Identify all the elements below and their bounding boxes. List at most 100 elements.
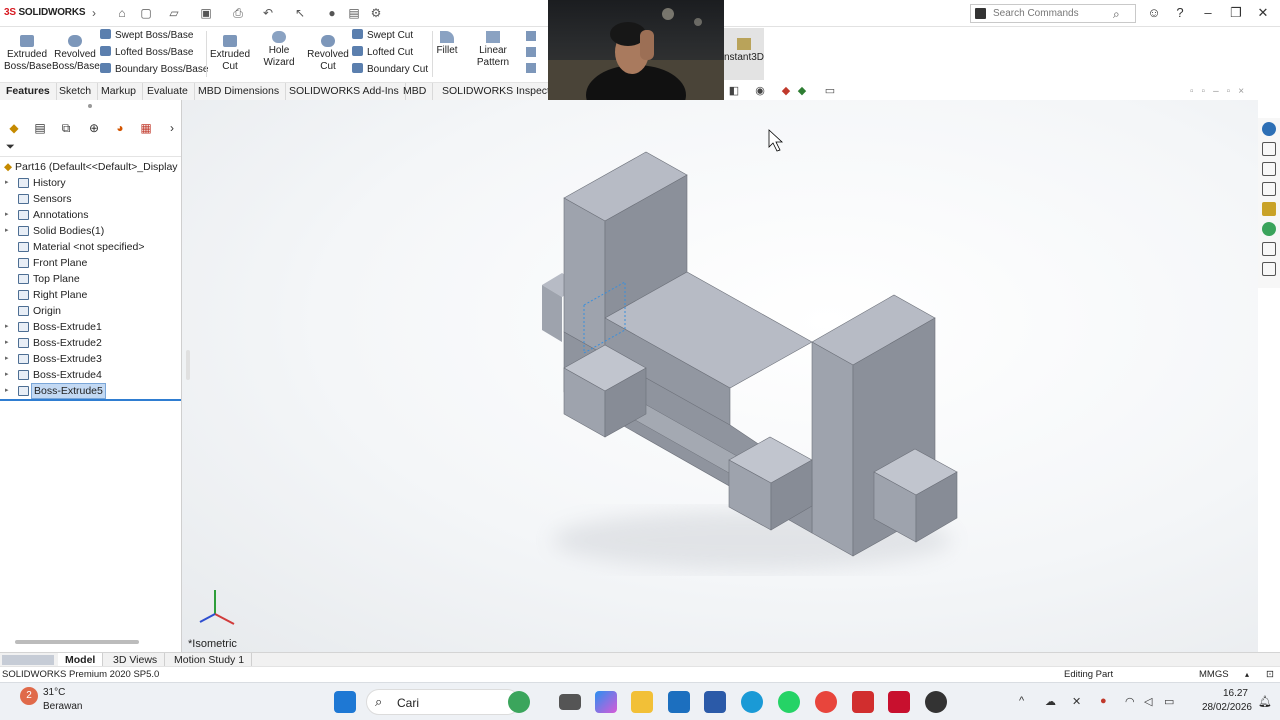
tab-model[interactable]: Model xyxy=(58,653,104,667)
taskbar-search[interactable]: ⌕ Cari xyxy=(366,689,520,715)
tree-item[interactable]: Sensors xyxy=(0,191,181,207)
scene-icon[interactable]: ◆ xyxy=(795,84,809,98)
wifi-icon[interactable]: ◠ xyxy=(1125,695,1135,708)
tree-item[interactable]: Material <not specified> xyxy=(0,239,181,255)
search-commands-box[interactable]: Search Commands ⌕ xyxy=(970,4,1136,23)
home-icon[interactable]: ⌂ xyxy=(114,5,130,21)
tree-item[interactable]: ▸ Boss-Extrude3 xyxy=(0,351,181,367)
tab-mbd[interactable]: MBD xyxy=(397,83,434,101)
close-icon[interactable]: ✕ xyxy=(1253,4,1273,22)
solidworks-taskbar-icon[interactable] xyxy=(888,691,910,713)
expand-arrow-icon[interactable]: ▸ xyxy=(5,383,9,399)
tab-evaluate[interactable]: Evaluate xyxy=(141,83,195,101)
tab-markup[interactable]: Markup xyxy=(95,83,144,101)
shell-icon[interactable] xyxy=(526,63,536,73)
tree-item[interactable]: ▸ Boss-Extrude5 xyxy=(0,383,181,399)
expand-arrow-icon[interactable]: ▸ xyxy=(5,351,9,367)
search-highlight-icon[interactable] xyxy=(508,691,530,713)
hole-wizard-button[interactable]: Hole Wizard xyxy=(254,31,304,69)
notification-icon[interactable]: 🔔︎ xyxy=(1258,695,1272,708)
menu-arrow-icon[interactable]: › xyxy=(86,5,102,21)
tab-motion-study[interactable]: Motion Study 1 xyxy=(167,653,253,667)
lofted-cut-button[interactable]: Lofted Cut xyxy=(352,46,428,60)
clock-time[interactable]: 16.27 xyxy=(1204,688,1248,699)
undo-icon[interactable]: ↶ xyxy=(260,5,276,21)
search-icon[interactable]: ⌕ xyxy=(1113,7,1120,22)
open-file-icon[interactable]: ▱ xyxy=(166,5,182,21)
expand-arrow-icon[interactable]: ▸ xyxy=(5,367,9,383)
tab-mbd-dimensions[interactable]: MBD Dimensions xyxy=(192,83,287,101)
weather-icon[interactable]: 2 xyxy=(20,687,38,705)
tree-item[interactable]: Right Plane xyxy=(0,287,181,303)
linear-pattern-button[interactable]: Linear Pattern xyxy=(462,31,524,69)
boundary-boss-button[interactable]: Boundary Boss/Base xyxy=(100,63,208,77)
options-icon[interactable]: ⚙ xyxy=(368,5,384,21)
configuration-manager-icon[interactable]: ⧉ xyxy=(58,120,74,136)
tree-item[interactable]: Front Plane xyxy=(0,255,181,271)
unit-dropdown-icon[interactable]: ▴ xyxy=(1245,667,1249,682)
mic-icon[interactable]: ● xyxy=(1100,695,1107,707)
hide-show-icon[interactable]: ◉ xyxy=(753,84,767,98)
home-icon[interactable] xyxy=(1262,142,1276,156)
cloud-icon[interactable]: ☁ xyxy=(1045,695,1056,708)
solidworks-resources-icon[interactable] xyxy=(1262,122,1276,136)
extruded-boss-button[interactable]: Extruded Boss/Base xyxy=(4,35,52,73)
tab-inspection[interactable]: SOLIDWORKS Inspectio xyxy=(436,83,564,101)
appearances-icon[interactable] xyxy=(1262,222,1276,236)
viewport-window-controls[interactable]: ▫▫–▫× xyxy=(1190,86,1252,97)
panel-scrollbar[interactable] xyxy=(15,640,139,644)
custom-properties-icon[interactable] xyxy=(1262,242,1276,256)
swept-boss-button[interactable]: Swept Boss/Base xyxy=(100,29,208,43)
tree-item[interactable]: Top Plane xyxy=(0,271,181,287)
revolved-boss-button[interactable]: Revolved Boss/Base xyxy=(52,35,100,73)
tree-item[interactable]: ▸ Boss-Extrude4 xyxy=(0,367,181,383)
forum-icon[interactable] xyxy=(1262,262,1276,276)
appearance-icon[interactable]: ◆ xyxy=(779,84,793,98)
tree-item[interactable]: ▸ History xyxy=(0,175,181,191)
app-icon[interactable] xyxy=(668,691,690,713)
view-settings-icon[interactable]: ▭ xyxy=(823,84,837,98)
tab-3d-views[interactable]: 3D Views xyxy=(106,653,166,667)
panel-splitter[interactable] xyxy=(186,350,190,380)
property-manager-icon[interactable]: ▤ xyxy=(32,120,48,136)
save-icon[interactable]: ▣ xyxy=(198,5,214,21)
tree-item[interactable]: Origin xyxy=(0,303,181,319)
panel-grip[interactable] xyxy=(88,104,92,108)
new-file-icon[interactable]: ▢ xyxy=(138,5,154,21)
tray-expand-icon[interactable]: ^ xyxy=(1019,695,1024,707)
unit-system[interactable]: MMGS xyxy=(1199,667,1229,682)
start-icon[interactable] xyxy=(334,691,356,713)
lofted-boss-button[interactable]: Lofted Boss/Base xyxy=(100,46,208,60)
display-manager-icon[interactable]: ◕ xyxy=(112,120,128,136)
restore-icon[interactable]: ❐ xyxy=(1226,4,1246,22)
task-view-icon[interactable] xyxy=(559,694,581,710)
volume-icon[interactable]: ◁ xyxy=(1144,695,1152,708)
edge-icon[interactable] xyxy=(741,691,763,713)
fillet-button[interactable]: Fillet xyxy=(434,31,460,57)
part-root[interactable]: ◆ Part16 (Default<<Default>_Display xyxy=(4,159,178,175)
revolved-cut-button[interactable]: Revolved Cut xyxy=(306,35,350,73)
file-properties-icon[interactable]: ▤ xyxy=(346,5,362,21)
print-icon[interactable]: ⎙ xyxy=(230,5,246,21)
tab-scroll-arrows[interactable] xyxy=(2,655,54,665)
rib-icon[interactable] xyxy=(526,31,536,41)
tree-item[interactable]: ▸ Solid Bodies(1) xyxy=(0,223,181,239)
minimize-icon[interactable]: – xyxy=(1198,4,1218,22)
tab-features[interactable]: Features xyxy=(0,83,57,101)
graphics-viewport[interactable]: *Isometric xyxy=(182,100,1258,652)
tray-app-icon[interactable]: ✕ xyxy=(1072,695,1081,708)
expand-arrow-icon[interactable]: ▸ xyxy=(5,175,9,191)
file-explorer-icon[interactable] xyxy=(631,691,653,713)
display-style-icon[interactable]: ◧ xyxy=(727,84,741,98)
wps-icon[interactable] xyxy=(852,691,874,713)
3d-part-model[interactable] xyxy=(542,151,958,557)
copilot-icon[interactable] xyxy=(595,691,617,713)
tree-item[interactable]: ▸ Annotations xyxy=(0,207,181,223)
panel-more-icon[interactable]: › xyxy=(164,120,180,136)
expand-arrow-icon[interactable]: ▸ xyxy=(5,207,9,223)
clock-date[interactable]: 28/02/2026 xyxy=(1190,702,1252,713)
battery-icon[interactable]: ▭ xyxy=(1164,695,1174,708)
cam-icon[interactable]: ▦ xyxy=(138,120,154,136)
solidworks-logo[interactable]: 3S SOLIDWORKS xyxy=(4,7,86,18)
expand-arrow-icon[interactable]: ▸ xyxy=(5,319,9,335)
